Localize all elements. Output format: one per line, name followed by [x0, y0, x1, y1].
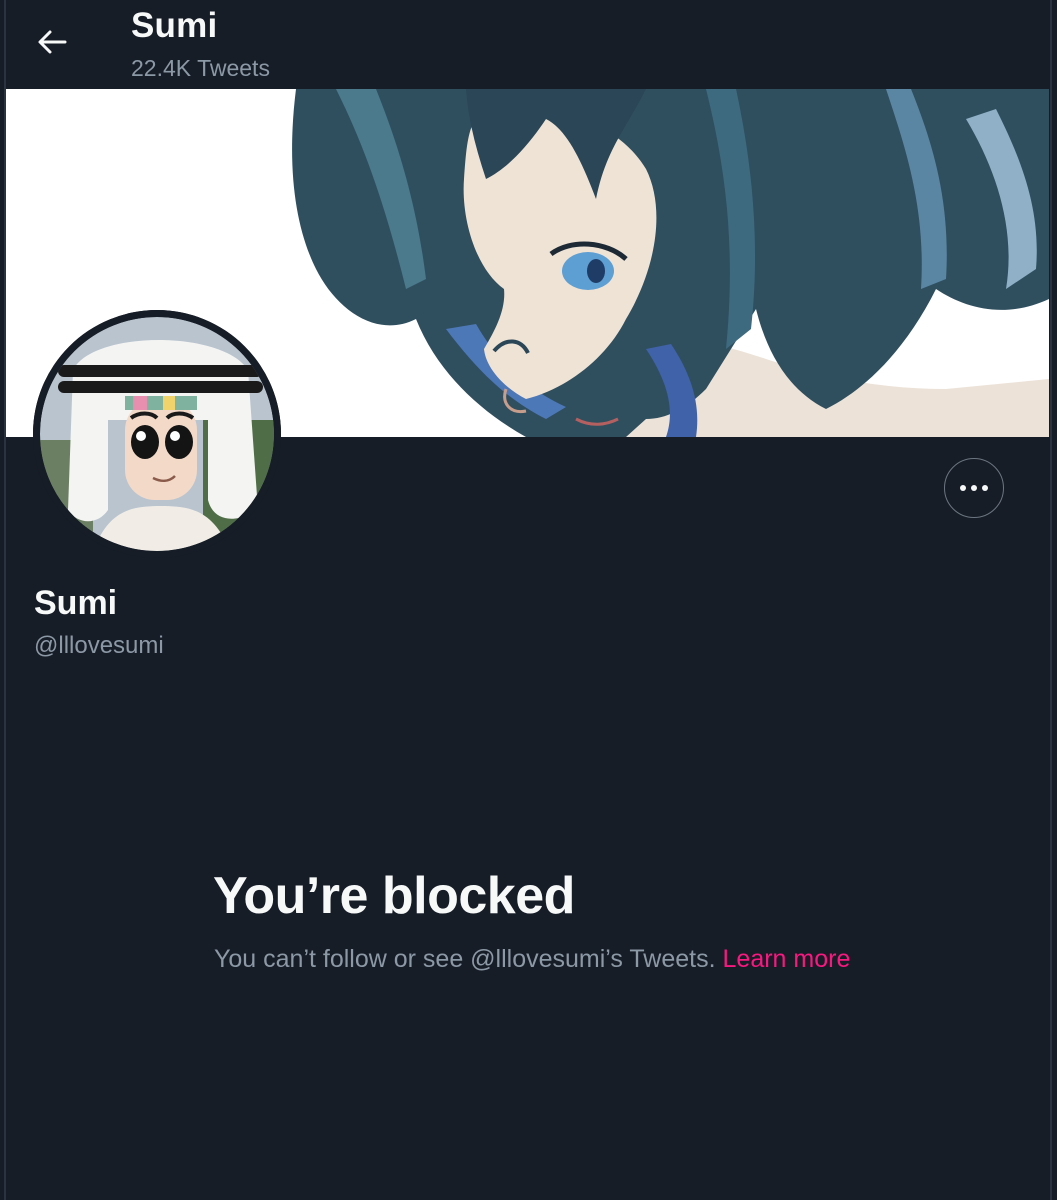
more-horizontal-icon: [960, 485, 988, 491]
blocked-message-text: You can’t follow or see @lllovesumi’s Tw…: [214, 945, 716, 973]
blocked-title: You’re blocked: [213, 867, 575, 925]
avatar[interactable]: [33, 310, 281, 558]
handle: @lllovesumi: [34, 632, 164, 659]
header-title: Sumi: [131, 6, 218, 45]
arrow-left-icon: [38, 30, 67, 54]
learn-more-link[interactable]: Learn more: [723, 945, 851, 973]
tweet-count: 22.4K Tweets: [131, 55, 270, 81]
profile-page: Sumi 22.4K Tweets Sumi @lllovesumi You’r…: [0, 0, 1057, 1200]
display-name: Sumi: [34, 584, 118, 622]
more-button[interactable]: [944, 458, 1004, 518]
profile-header: Sumi 22.4K Tweets: [6, 0, 1050, 89]
back-button[interactable]: [30, 20, 74, 64]
blocked-message: You can’t follow or see @lllovesumi’s Tw…: [214, 942, 854, 977]
avatar-image: [33, 310, 281, 558]
